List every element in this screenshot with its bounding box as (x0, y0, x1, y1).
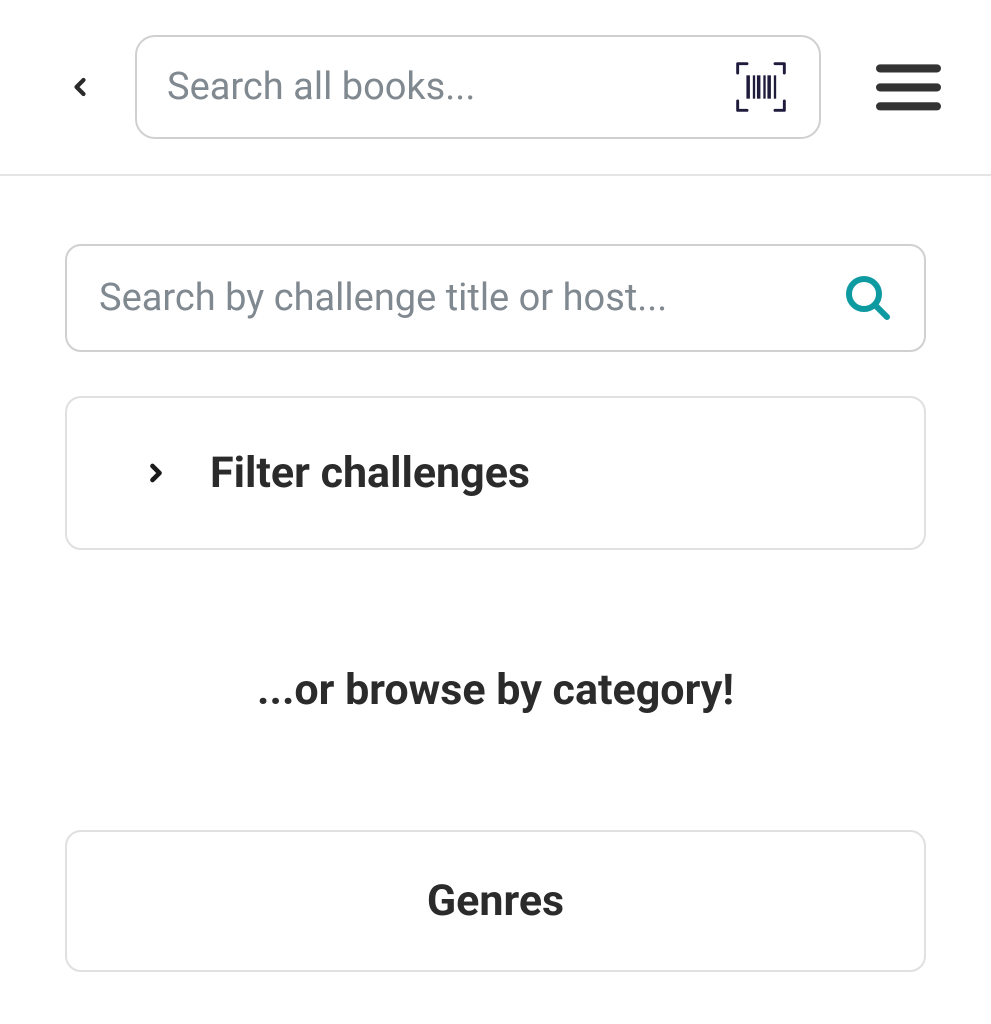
header-bar (0, 0, 991, 176)
global-search-box[interactable] (135, 35, 821, 139)
hamburger-menu-icon (876, 63, 941, 112)
category-genres-button[interactable]: Genres (65, 830, 926, 972)
challenge-search-box[interactable] (65, 244, 926, 352)
challenge-search-button[interactable] (844, 274, 892, 322)
chevron-right-icon (142, 453, 170, 493)
search-icon (844, 274, 892, 322)
main-content: Filter challenges ...or browse by catego… (0, 176, 991, 972)
category-genres-label: Genres (427, 876, 564, 926)
chevron-left-icon (66, 66, 94, 108)
menu-button[interactable] (876, 62, 941, 112)
challenge-search-input[interactable] (99, 276, 844, 320)
filter-challenges-button[interactable]: Filter challenges (65, 396, 926, 550)
barcode-scan-button[interactable] (733, 59, 789, 115)
global-search-input[interactable] (167, 65, 733, 109)
filter-challenges-label: Filter challenges (210, 448, 530, 498)
back-button[interactable] (55, 62, 105, 112)
browse-category-heading: ...or browse by category! (65, 665, 926, 715)
barcode-icon (733, 59, 789, 115)
